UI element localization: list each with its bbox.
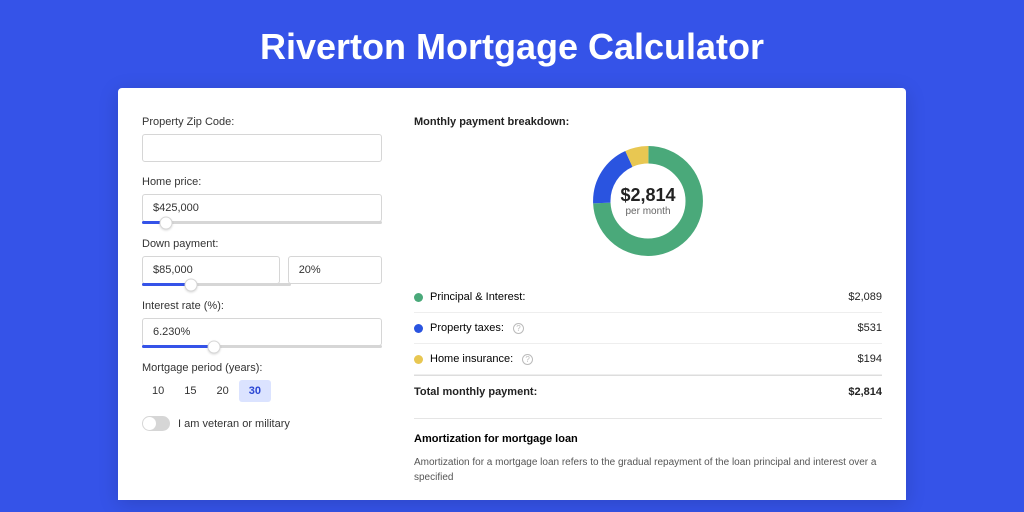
- zip-label: Property Zip Code:: [142, 116, 382, 128]
- legend-value: $2,089: [848, 291, 882, 303]
- down-payment-pct-input[interactable]: [288, 256, 382, 284]
- page-title: Riverton Mortgage Calculator: [0, 0, 1024, 88]
- interest-rate-label: Interest rate (%):: [142, 300, 382, 312]
- slider-thumb[interactable]: [185, 278, 198, 291]
- veteran-toggle-row: I am veteran or military: [142, 416, 382, 431]
- inputs-column: Property Zip Code: Home price: Down paym…: [142, 116, 382, 500]
- info-icon[interactable]: ?: [522, 354, 533, 365]
- legend-insurance: Home insurance: ? $194: [414, 344, 882, 375]
- total-row: Total monthly payment: $2,814: [414, 375, 882, 412]
- down-payment-slider[interactable]: [142, 283, 291, 286]
- donut-amount: $2,814: [620, 185, 675, 206]
- interest-rate-slider[interactable]: [142, 345, 382, 348]
- zip-input[interactable]: [142, 134, 382, 162]
- amortization-title: Amortization for mortgage loan: [414, 433, 882, 445]
- amortization-text: Amortization for a mortgage loan refers …: [414, 455, 882, 485]
- home-price-label: Home price:: [142, 176, 382, 188]
- period-tab-30[interactable]: 30: [239, 380, 271, 402]
- slider-thumb[interactable]: [208, 340, 221, 353]
- donut-center: $2,814 per month: [587, 140, 709, 262]
- legend-value: $194: [858, 353, 882, 365]
- calculator-card: Property Zip Code: Home price: Down paym…: [118, 88, 906, 500]
- home-price-slider[interactable]: [142, 221, 382, 224]
- interest-rate-field: Interest rate (%):: [142, 300, 382, 348]
- period-tab-15[interactable]: 15: [174, 380, 206, 402]
- breakdown-title: Monthly payment breakdown:: [414, 116, 882, 128]
- down-payment-input[interactable]: [142, 256, 280, 284]
- info-icon[interactable]: ?: [513, 323, 524, 334]
- interest-rate-input[interactable]: [142, 318, 382, 346]
- legend-label: Home insurance:: [430, 353, 513, 365]
- donut-chart-wrap: $2,814 per month: [414, 140, 882, 262]
- breakdown-column: Monthly payment breakdown: $2,814 per mo…: [414, 116, 882, 500]
- mortgage-period-field: Mortgage period (years): 10 15 20 30: [142, 362, 382, 402]
- amortization-section: Amortization for mortgage loan Amortizat…: [414, 418, 882, 485]
- home-price-field: Home price:: [142, 176, 382, 224]
- legend-label: Property taxes:: [430, 322, 504, 334]
- mortgage-period-label: Mortgage period (years):: [142, 362, 382, 374]
- dot-icon: [414, 355, 423, 364]
- period-tab-10[interactable]: 10: [142, 380, 174, 402]
- legend-label: Principal & Interest:: [430, 291, 525, 303]
- home-price-input[interactable]: [142, 194, 382, 222]
- period-tab-20[interactable]: 20: [207, 380, 239, 402]
- toggle-knob: [143, 417, 156, 430]
- veteran-label: I am veteran or military: [178, 418, 290, 430]
- period-tabs: 10 15 20 30: [142, 380, 382, 402]
- dot-icon: [414, 324, 423, 333]
- legend-principal: Principal & Interest: $2,089: [414, 282, 882, 313]
- slider-thumb[interactable]: [160, 216, 173, 229]
- legend-value: $531: [858, 322, 882, 334]
- down-payment-field: Down payment:: [142, 238, 382, 286]
- legend-taxes: Property taxes: ? $531: [414, 313, 882, 344]
- total-label: Total monthly payment:: [414, 386, 537, 398]
- dot-icon: [414, 293, 423, 302]
- total-value: $2,814: [848, 386, 882, 398]
- veteran-toggle[interactable]: [142, 416, 170, 431]
- donut-chart: $2,814 per month: [587, 140, 709, 262]
- donut-sub: per month: [625, 206, 670, 217]
- zip-field: Property Zip Code:: [142, 116, 382, 162]
- down-payment-label: Down payment:: [142, 238, 382, 250]
